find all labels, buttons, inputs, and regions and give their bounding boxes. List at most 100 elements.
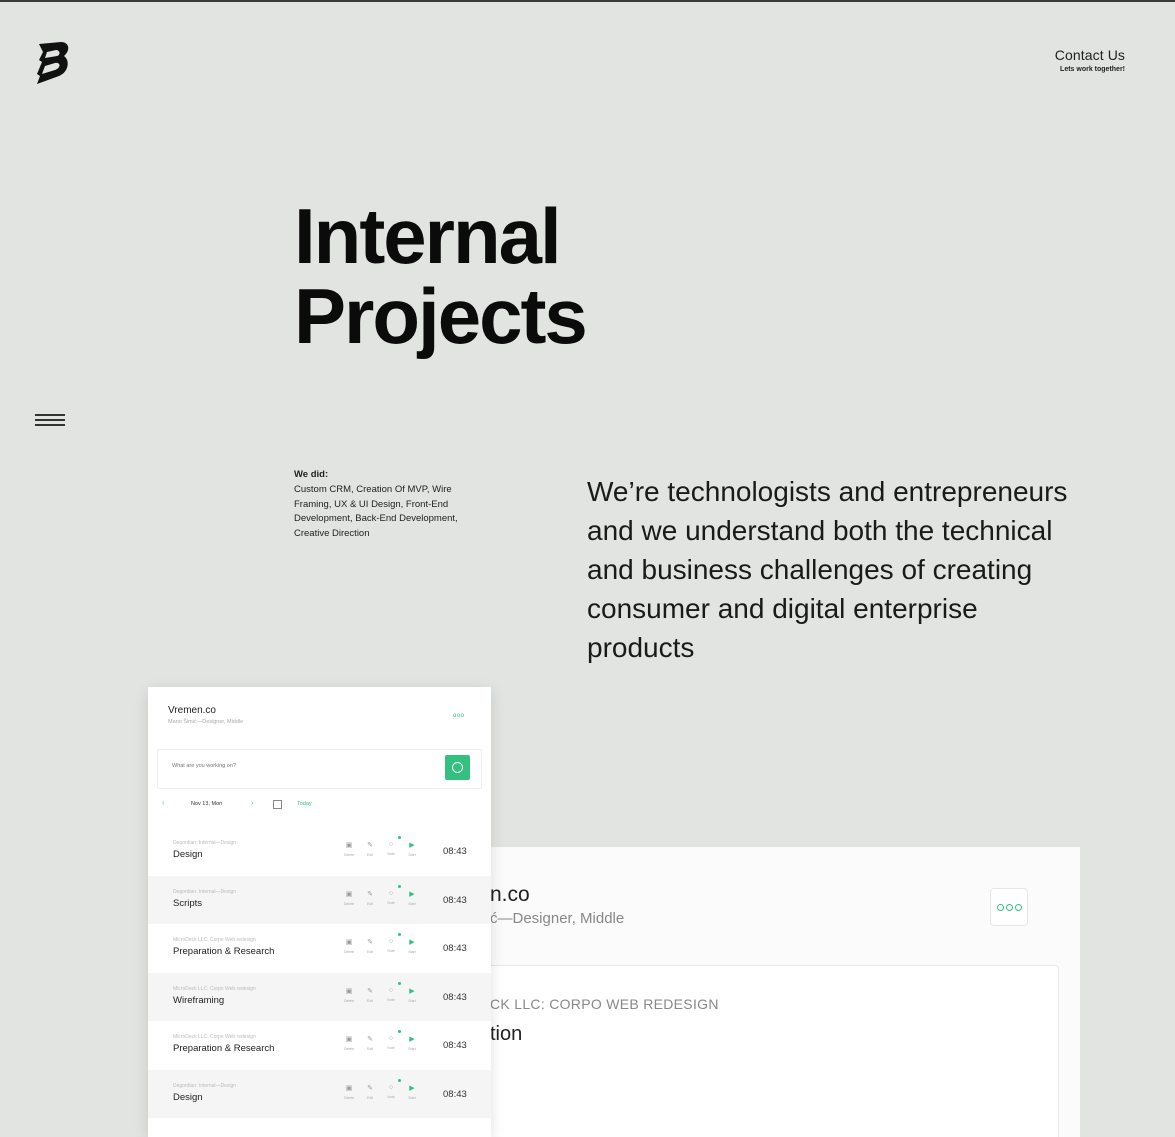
note-label: Note	[387, 852, 395, 856]
entry-time: 08:43	[443, 1040, 467, 1051]
preview-entry-task: tion	[490, 1023, 523, 1045]
start-label: Start	[408, 901, 416, 906]
entry-project: Degordian: Internal—Design	[173, 1082, 237, 1089]
calendar-icon[interactable]	[273, 800, 282, 809]
lead-paragraph: We’re technologists and entrepreneurs an…	[587, 476, 1068, 663]
contact-subtitle: Lets work together!	[1060, 66, 1125, 73]
preview-entry-project: CK LLC: CORPO WEB REDESIGN	[490, 996, 719, 1012]
preview-title: n.co	[490, 883, 530, 906]
table-row[interactable]: Degordian: Internal—Design Scripts ▣ Delete…	[148, 875, 491, 924]
note-indicator-icon	[398, 884, 401, 888]
entry-task: Preparation & Research	[173, 1043, 275, 1054]
edit-icon[interactable]: ✎ Edit	[365, 1084, 375, 1100]
task-input[interactable]	[172, 763, 372, 769]
note-icon[interactable]: ○ Note	[386, 938, 396, 953]
start-label: Start	[408, 998, 416, 1003]
note-label: Note	[387, 1046, 395, 1050]
app-menu-icon[interactable]: ooo	[453, 713, 465, 719]
app-preview-large: n.co ć—Designer, Middle CK LLC: CORPO WE…	[470, 847, 1080, 1137]
entry-project: MicroDeck LLC: Corpo Web redesign	[173, 985, 256, 992]
delete-icon[interactable]: ▣ Delete	[344, 987, 354, 1003]
edit-icon[interactable]: ✎ Edit	[365, 1035, 375, 1051]
table-row[interactable]: Degordian: Internal—Design Design ▣ Delete ✎…	[148, 1069, 491, 1118]
note-indicator-icon	[398, 836, 401, 839]
table-row[interactable]: MicroDeck LLC: Corpo Web redesign Wirefra…	[148, 972, 491, 1021]
edit-label: Edit	[366, 1047, 374, 1051]
note-label: Note	[387, 949, 395, 953]
delete-label: Delete	[344, 853, 355, 857]
app-preview: Vremen.co Mario Šimić—Designer, Middle o…	[148, 687, 491, 1137]
entry-task: Scripts	[173, 897, 203, 909]
note-indicator-icon	[398, 933, 401, 936]
entry-project: MicroDeck LLC: Corpo Web redesign	[173, 1034, 256, 1040]
top-border	[0, 0, 1175, 2]
note-icon[interactable]: ○ Note	[386, 987, 396, 1002]
menu-icon[interactable]	[35, 414, 65, 430]
delete-icon[interactable]: ▣ Delete	[344, 890, 354, 906]
start-label: Start	[408, 1047, 416, 1051]
edit-icon[interactable]: ✎ Edit	[365, 938, 375, 954]
prev-day-icon[interactable]: ‹	[162, 800, 164, 807]
entry-time: 08:43	[443, 943, 467, 954]
delete-label: Delete	[344, 998, 355, 1003]
entry-task: Design	[173, 1091, 203, 1103]
delete-icon[interactable]: ▣ Delete	[344, 938, 354, 954]
current-date: Nov 13, Mon	[191, 801, 223, 807]
edit-icon[interactable]: ✎ Edit	[365, 987, 375, 1003]
play-icon[interactable]: ▶ Start	[407, 1035, 417, 1051]
contact-title[interactable]: Contact Us	[1055, 47, 1125, 63]
entry-time: 08:43	[443, 894, 467, 906]
edit-icon[interactable]: ✎ Edit	[365, 841, 375, 857]
delete-label: Delete	[344, 1095, 355, 1100]
play-icon[interactable]: ▶ Start	[407, 890, 417, 906]
delete-icon[interactable]: ▣ Delete	[344, 1084, 354, 1100]
play-icon[interactable]: ▶ Start	[407, 938, 417, 954]
delete-icon[interactable]: ▣ Delete	[344, 841, 354, 857]
b-logo-icon[interactable]	[33, 40, 71, 86]
delete-label: Delete	[344, 950, 355, 954]
page-title-line-2: Projects	[294, 272, 588, 360]
play-icon[interactable]: ▶ Start	[407, 987, 417, 1003]
entry-time: 08:43	[443, 1088, 467, 1100]
table-row[interactable]: MicroDeck LLC: Corpo Web redesign Prepara…	[148, 1021, 491, 1070]
play-icon[interactable]: ▶ Start	[407, 1084, 417, 1100]
app-title: Vremen.co	[168, 705, 216, 716]
entry-time: 08:43	[443, 991, 467, 1003]
entry-actions: ▣ Delete ✎ Edit ○ Note ▶ Start	[344, 1030, 424, 1059]
entry-actions: ▣ Delete ✎ Edit ○ Note ▶ Start	[344, 884, 424, 914]
more-options-icon[interactable]	[990, 888, 1028, 926]
app-user: Mario Šimić—Designer, Middle	[168, 719, 244, 725]
note-label: Note	[387, 1094, 395, 1099]
entry-actions: ▣ Delete ✎ Edit ○ Note ▶ Start	[344, 933, 424, 962]
edit-label: Edit	[366, 901, 374, 906]
delete-icon[interactable]: ▣ Delete	[344, 1035, 354, 1051]
entry-actions: ▣ Delete ✎ Edit ○ Note ▶ Start	[344, 1078, 424, 1108]
play-icon[interactable]: ▶ Start	[407, 841, 417, 857]
preview-subtitle: ć—Designer, Middle	[490, 910, 625, 927]
entry-task: Wireframing	[173, 994, 225, 1006]
next-day-icon[interactable]: ›	[251, 800, 253, 807]
task-search	[157, 749, 482, 789]
entry-time: 08:43	[443, 846, 467, 857]
entry-project: Degordian: Internal—Design	[173, 840, 237, 846]
add-entry-button[interactable]	[445, 755, 470, 780]
note-icon[interactable]: ○ Note	[386, 1084, 396, 1099]
entry-task: Design	[173, 849, 203, 860]
contact-link[interactable]: Contact Us Lets work together!	[1055, 47, 1125, 73]
note-icon[interactable]: ○ Note	[386, 1035, 396, 1050]
table-row[interactable]: Degordian: Internal—Design Design ▣ Delete ✎…	[148, 827, 491, 876]
entry-actions: ▣ Delete ✎ Edit ○ Note ▶ Start	[344, 981, 424, 1011]
time-entries-list: Degordian: Internal—Design Design ▣ Delete ✎…	[148, 827, 491, 1118]
table-row[interactable]: MicroDeck LLC: Corpo Web redesign Prepara…	[148, 924, 491, 973]
page-title: Internal Projects	[294, 196, 588, 360]
today-button[interactable]: Today	[297, 801, 312, 807]
start-label: Start	[408, 1095, 416, 1100]
start-label: Start	[408, 853, 416, 857]
edit-label: Edit	[366, 950, 374, 954]
note-icon[interactable]: ○ Note	[386, 841, 396, 856]
edit-label: Edit	[366, 998, 374, 1003]
delete-label: Delete	[344, 901, 355, 906]
note-icon[interactable]: ○ Note	[386, 890, 396, 905]
edit-icon[interactable]: ✎ Edit	[365, 890, 375, 906]
edit-label: Edit	[366, 1095, 374, 1100]
